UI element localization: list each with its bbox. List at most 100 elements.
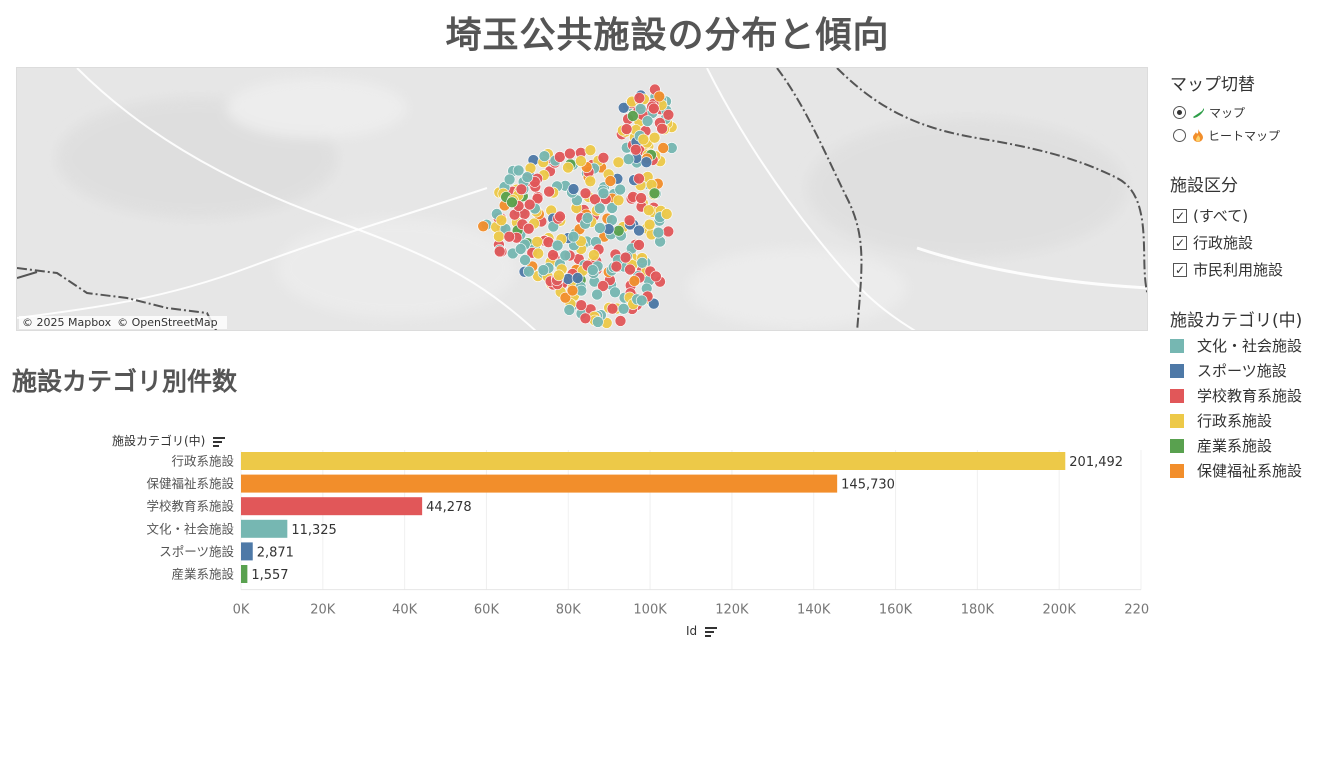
facility-point[interactable] xyxy=(612,225,625,237)
facility-point[interactable] xyxy=(523,198,536,211)
facility-point[interactable] xyxy=(629,143,642,156)
facility-point[interactable] xyxy=(538,150,551,162)
y-category-label[interactable]: 学校教育系施設 xyxy=(146,499,234,514)
bar[interactable] xyxy=(241,519,288,538)
y-category-label[interactable]: 行政系施設 xyxy=(171,454,234,469)
facility-point[interactable] xyxy=(653,90,666,103)
facility-point[interactable] xyxy=(633,172,645,185)
facility-point[interactable] xyxy=(532,247,545,260)
radio-unselected[interactable] xyxy=(1173,129,1186,142)
facility-point[interactable] xyxy=(628,275,641,287)
facility-point[interactable] xyxy=(592,316,604,328)
facility-point[interactable] xyxy=(633,224,645,237)
sort-icon[interactable] xyxy=(704,626,717,637)
facility-point[interactable] xyxy=(612,194,625,207)
facility-point[interactable] xyxy=(609,286,621,299)
legend-item-industry[interactable]: 産業系施設 xyxy=(1170,433,1302,458)
facility-point[interactable] xyxy=(564,147,576,160)
checkbox-checked[interactable]: ✓ xyxy=(1173,235,1187,250)
facility-point[interactable] xyxy=(597,152,610,164)
facility-point[interactable] xyxy=(559,249,572,262)
facility-point[interactable] xyxy=(567,183,580,195)
facility-point[interactable] xyxy=(624,263,636,276)
facility-point[interactable] xyxy=(495,214,508,227)
facility-point[interactable] xyxy=(522,265,535,278)
facility-point[interactable] xyxy=(591,288,603,301)
y-category-label[interactable]: スポーツ施設 xyxy=(159,544,234,559)
facility-point[interactable] xyxy=(554,210,566,223)
facility-point[interactable] xyxy=(619,251,632,264)
facility-point[interactable] xyxy=(657,142,670,154)
facility-point[interactable] xyxy=(503,173,516,186)
facility-point[interactable] xyxy=(635,192,647,204)
facility-point[interactable] xyxy=(584,144,597,156)
facility-point[interactable] xyxy=(614,183,627,196)
y-category-label[interactable]: 産業系施設 xyxy=(171,567,234,582)
facility-point[interactable] xyxy=(553,269,565,282)
map-canvas[interactable] xyxy=(17,68,1148,331)
facility-point[interactable] xyxy=(566,284,579,297)
facility-point[interactable] xyxy=(627,110,639,122)
legend-item-culture[interactable]: 文化・社会施設 xyxy=(1170,333,1302,358)
facility-point[interactable] xyxy=(594,222,606,234)
facility-point[interactable] xyxy=(642,204,655,216)
bar[interactable] xyxy=(241,474,838,493)
facility-point[interactable] xyxy=(647,102,660,115)
facility-point[interactable] xyxy=(636,257,649,269)
legend-item-administrative[interactable]: 行政系施設 xyxy=(1170,408,1302,433)
facility-point[interactable] xyxy=(586,264,599,276)
facility-point[interactable] xyxy=(567,230,580,243)
facility-point[interactable] xyxy=(635,294,648,307)
facility-point[interactable] xyxy=(519,254,531,266)
bar[interactable] xyxy=(241,452,1066,470)
facility-point[interactable] xyxy=(477,220,490,233)
map-option[interactable]: マップ xyxy=(1173,101,1280,124)
y-category-label[interactable]: 文化・社会施設 xyxy=(146,521,234,536)
facility-point[interactable] xyxy=(614,315,627,327)
heatmap-option[interactable]: ヒートマップ xyxy=(1173,124,1280,147)
facility-point[interactable] xyxy=(522,222,535,235)
y-category-label[interactable]: 保健福祉系施設 xyxy=(146,476,234,491)
bar[interactable] xyxy=(241,497,423,516)
filter-option-admin[interactable]: ✓ 行政施設 xyxy=(1173,229,1283,256)
facility-point[interactable] xyxy=(493,230,505,243)
facility-point[interactable] xyxy=(575,299,588,311)
facility-point[interactable] xyxy=(575,155,587,167)
facility-point[interactable] xyxy=(648,187,661,200)
facility-point[interactable] xyxy=(514,243,527,255)
facility-point[interactable] xyxy=(593,202,606,215)
facility-point[interactable] xyxy=(612,156,625,169)
facility-point[interactable] xyxy=(571,272,584,284)
legend-item-sports[interactable]: スポーツ施設 xyxy=(1170,358,1302,383)
facility-point[interactable] xyxy=(563,304,576,316)
facility-point[interactable] xyxy=(620,123,633,135)
facility-point[interactable] xyxy=(633,239,645,251)
facility-point[interactable] xyxy=(660,208,673,220)
facility-point[interactable] xyxy=(606,302,619,315)
facility-point[interactable] xyxy=(656,122,668,135)
map-attribution[interactable]: © 2025 Mapbox © OpenStreetMap xyxy=(19,316,227,329)
filter-option-all[interactable]: ✓ (すべて) xyxy=(1173,202,1283,229)
facility-point[interactable] xyxy=(648,131,661,144)
facility-point[interactable] xyxy=(506,196,518,209)
facility-point[interactable] xyxy=(588,249,600,261)
osm-attribution[interactable]: © OpenStreetMap xyxy=(117,316,218,329)
legend-item-welfare[interactable]: 保健福祉系施設 xyxy=(1170,458,1302,483)
facility-point[interactable] xyxy=(581,212,594,224)
facility-point[interactable] xyxy=(637,133,650,146)
facility-point[interactable] xyxy=(553,151,566,163)
legend-item-school[interactable]: 学校教育系施設 xyxy=(1170,383,1302,408)
facility-point[interactable] xyxy=(597,187,610,200)
facility-point[interactable] xyxy=(610,260,623,273)
facility-point[interactable] xyxy=(584,175,597,188)
facility-point[interactable] xyxy=(562,161,574,174)
facility-point[interactable] xyxy=(633,92,646,104)
facility-point[interactable] xyxy=(640,156,653,168)
facility-point[interactable] xyxy=(579,312,592,325)
mapbox-attribution[interactable]: © 2025 Mapbox xyxy=(22,316,111,329)
bar[interactable] xyxy=(241,542,253,561)
facility-point[interactable] xyxy=(623,214,636,227)
filter-option-public-use[interactable]: ✓ 市民利用施設 xyxy=(1173,256,1283,283)
facility-point[interactable] xyxy=(617,303,630,315)
facility-point[interactable] xyxy=(531,236,544,248)
